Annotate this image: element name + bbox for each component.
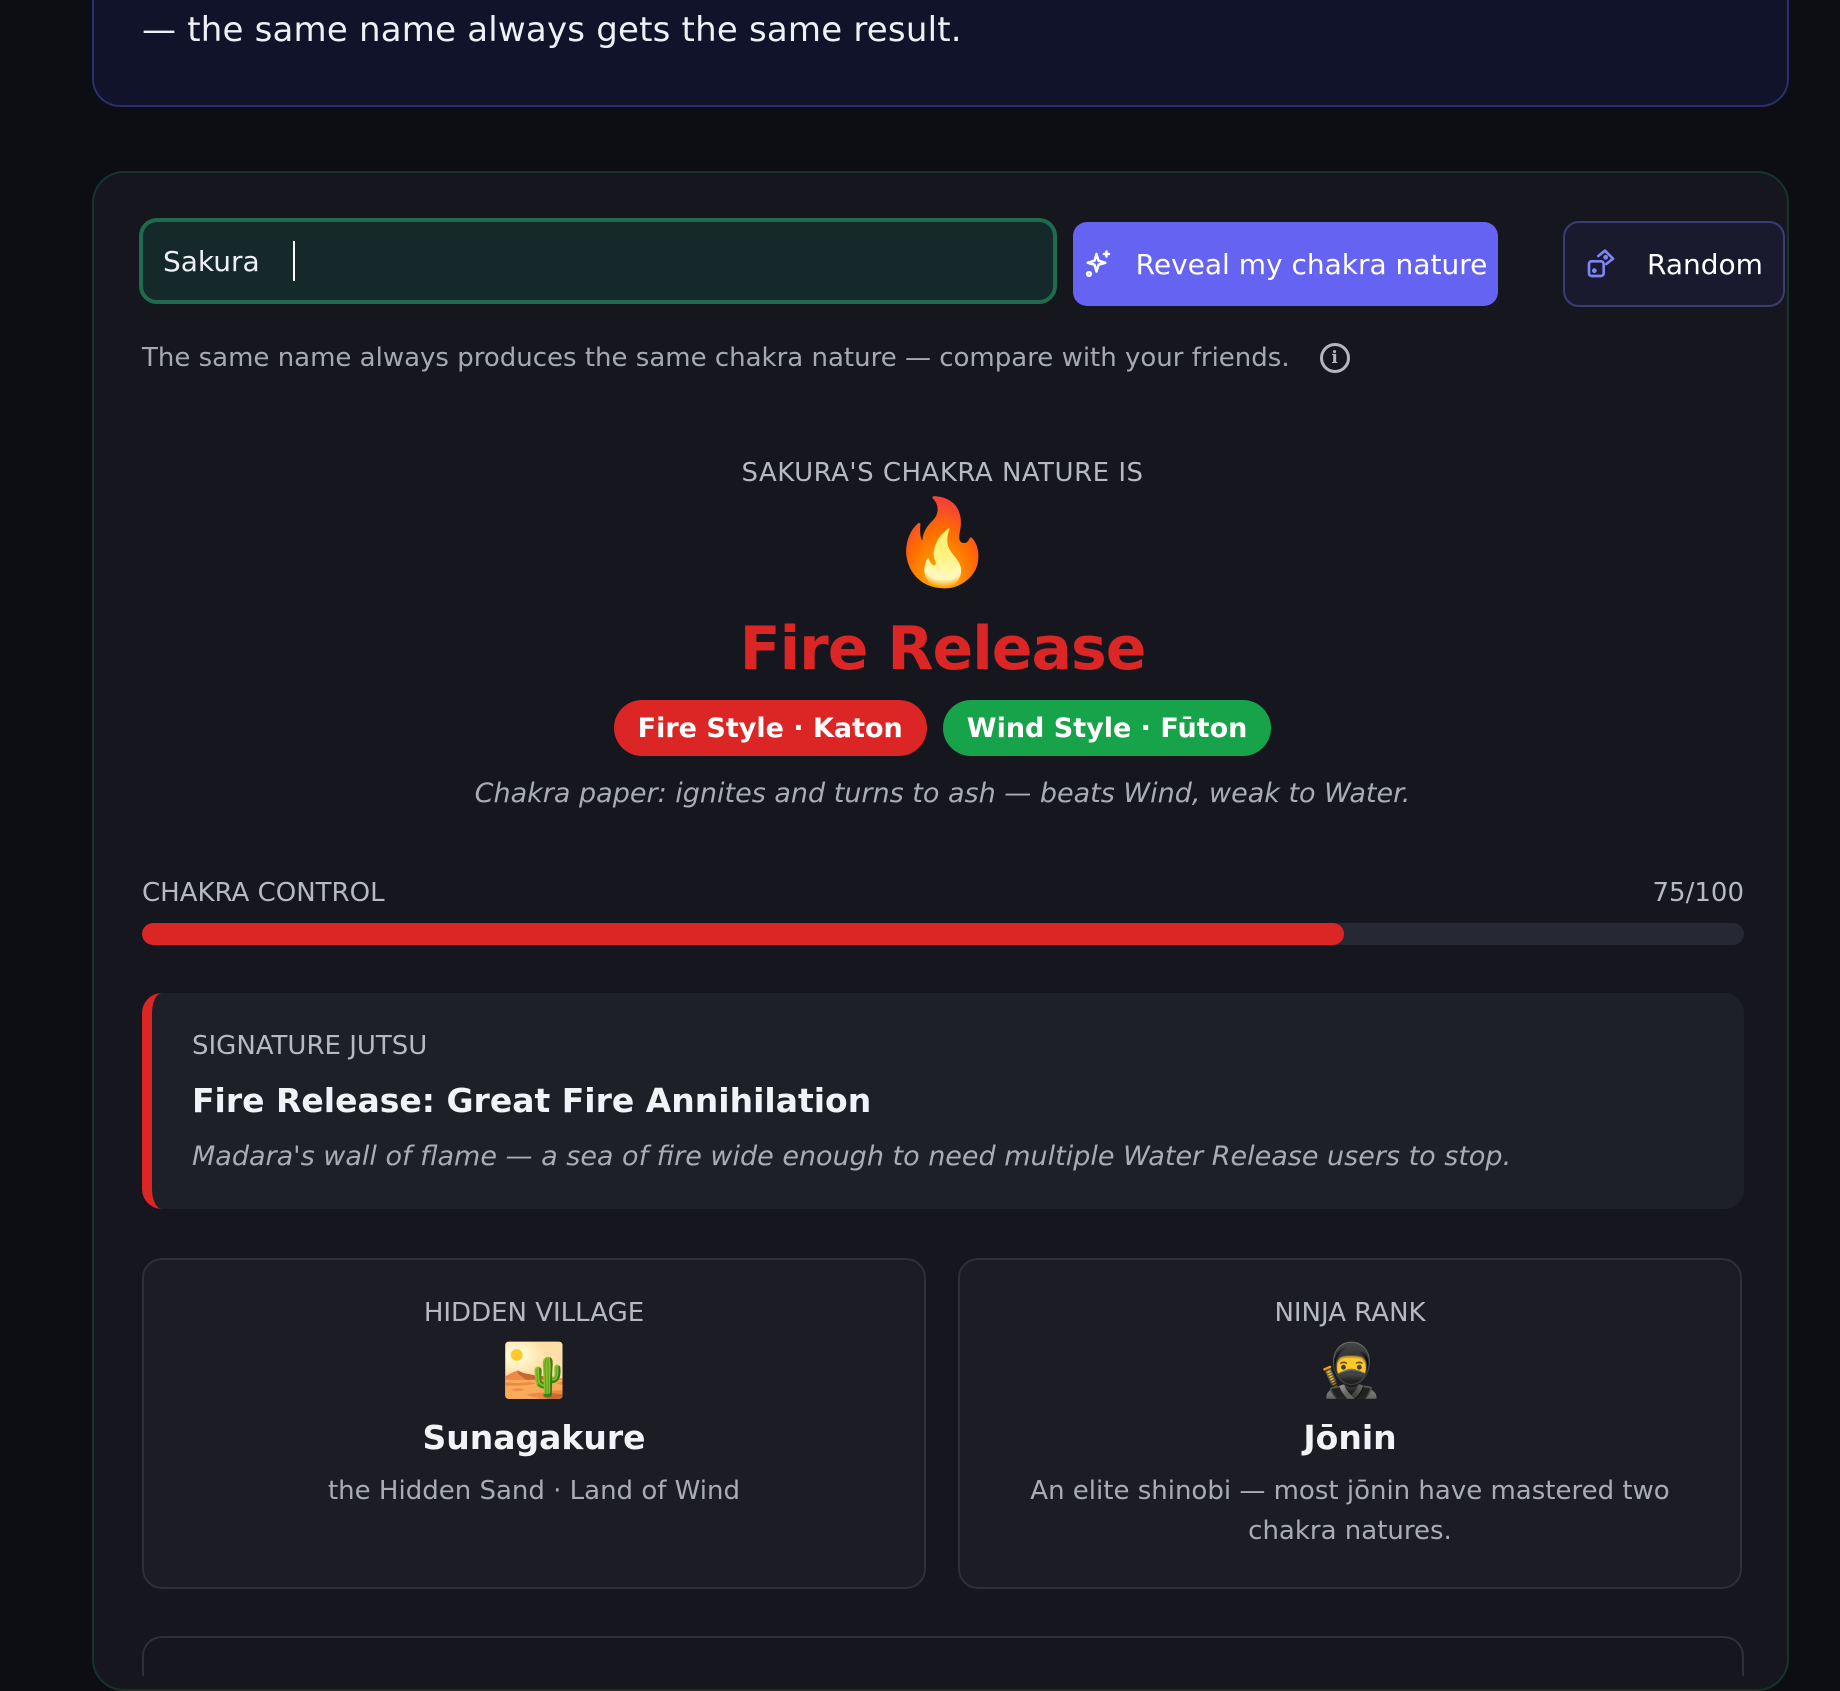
reveal-button[interactable]: Reveal my chakra nature bbox=[1073, 222, 1498, 306]
jutsu-label: SIGNATURE JUTSU bbox=[192, 1031, 428, 1061]
chakra-paper-text: Chakra paper: ignites and turns to ash —… bbox=[474, 778, 1411, 809]
jutsu-name: Fire Release: Great Fire Annihilation bbox=[192, 1081, 872, 1120]
next-card-edge bbox=[142, 1636, 1744, 1676]
text-caret bbox=[293, 241, 295, 281]
village-name: Sunagakure bbox=[422, 1418, 646, 1457]
fire-style-badge: Fire Style · Katon bbox=[613, 700, 927, 756]
nature-title: Fire Release bbox=[739, 614, 1147, 684]
name-form: Reveal my chakra nature Random bbox=[139, 218, 1785, 307]
hint-text: The same name always produces the same c… bbox=[142, 343, 1290, 373]
hint-row: The same name always produces the same c… bbox=[142, 343, 1350, 373]
rank-label: NINJA RANK bbox=[1274, 1298, 1426, 1328]
signature-jutsu-card: SIGNATURE JUTSU Fire Release: Great Fire… bbox=[142, 993, 1744, 1209]
desert-icon: 🏜️ bbox=[501, 1341, 567, 1401]
rank-sub: An elite shinobi — most jōnin have maste… bbox=[1030, 1476, 1670, 1546]
result-eyebrow: SAKURA'S CHAKRA NATURE IS bbox=[741, 458, 1144, 488]
intro-card: — the same name always gets the same res… bbox=[92, 0, 1789, 107]
result-section: SAKURA'S CHAKRA NATURE IS 🔥 Fire Release… bbox=[94, 458, 1791, 809]
ninja-rank-card: NINJA RANK 🥷 Jōnin An elite shinobi — mo… bbox=[958, 1258, 1742, 1589]
chakra-control-header: CHAKRA CONTROL 75/100 bbox=[142, 878, 1744, 908]
style-pills: Fire Style · Katon Wind Style · Fūton bbox=[94, 700, 1791, 756]
intro-text: — the same name always gets the same res… bbox=[142, 10, 962, 50]
sparkles-icon bbox=[1085, 250, 1110, 278]
info-icon[interactable]: i bbox=[1319, 343, 1350, 373]
reveal-button-label: Reveal my chakra nature bbox=[1135, 247, 1488, 281]
chakra-card: Reveal my chakra nature Random The same … bbox=[92, 171, 1789, 1691]
fire-icon: 🔥 bbox=[890, 493, 995, 591]
village-sub: the Hidden Sand · Land of Wind bbox=[327, 1476, 740, 1506]
chakra-control-score: 75/100 bbox=[1652, 878, 1744, 908]
wind-style-badge: Wind Style · Fūton bbox=[942, 700, 1272, 756]
random-button-label: Random bbox=[1647, 247, 1763, 281]
village-label: HIDDEN VILLAGE bbox=[423, 1298, 645, 1328]
rank-name: Jōnin bbox=[1303, 1418, 1397, 1457]
random-button[interactable]: Random bbox=[1563, 221, 1785, 307]
dice-icon bbox=[1587, 249, 1615, 278]
jutsu-description: Madara's wall of flame — a sea of fire w… bbox=[192, 1141, 1512, 1172]
hidden-village-card: HIDDEN VILLAGE 🏜️ Sunagakure the Hidden … bbox=[142, 1258, 926, 1589]
ninja-icon: 🥷 bbox=[1317, 1341, 1383, 1401]
chakra-control-fill bbox=[142, 923, 1344, 945]
name-input[interactable] bbox=[139, 218, 1057, 304]
chakra-control-label: CHAKRA CONTROL bbox=[142, 878, 385, 908]
chakra-control-bar bbox=[142, 923, 1744, 945]
